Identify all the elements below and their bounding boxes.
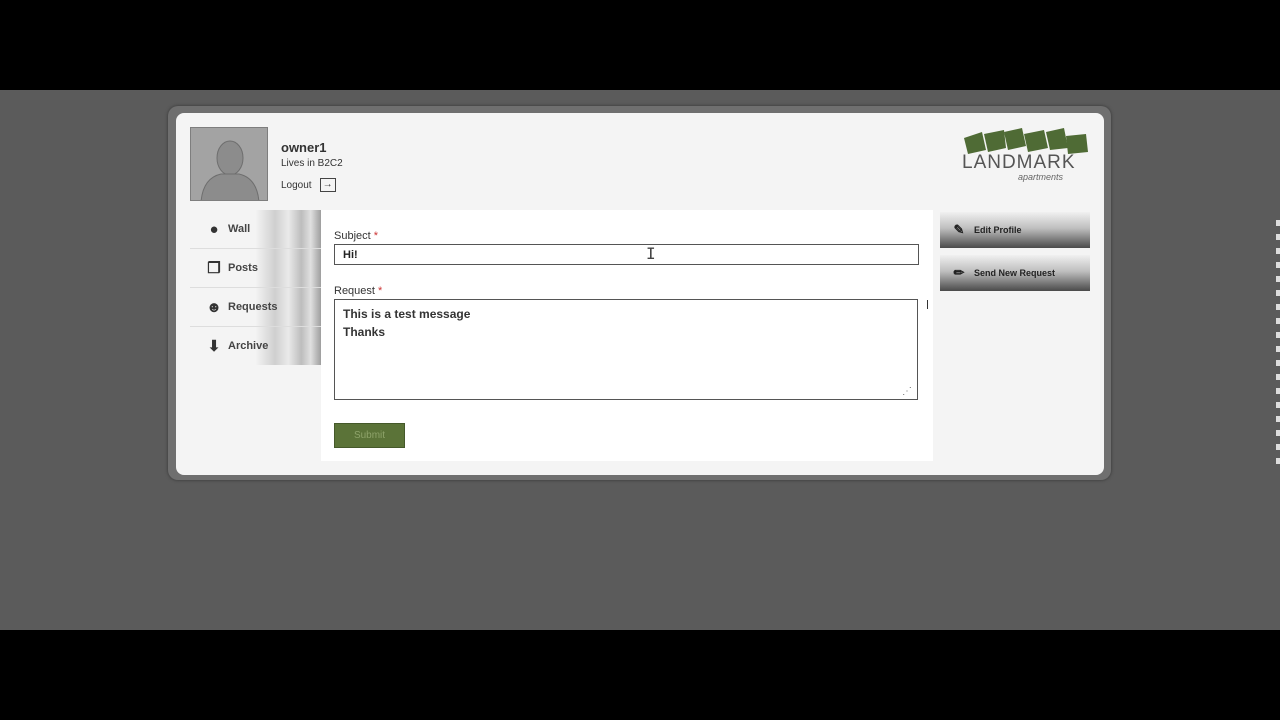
edit-document-icon: ✎ xyxy=(953,222,965,237)
send-request-label: Send New Request xyxy=(974,268,1056,278)
sidebar-nav: ● Wall ❒ Posts ☻ Requests ⬇ Archive xyxy=(190,210,321,365)
logout-link[interactable]: Logout → xyxy=(281,178,336,192)
logout-label: Logout xyxy=(281,179,312,191)
profile-location: Lives in B2C2 xyxy=(281,158,343,169)
subject-input[interactable] xyxy=(334,244,919,265)
edit-profile-button[interactable]: ✎ Edit Profile xyxy=(940,212,1090,248)
page-background: owner1 Lives in B2C2 Logout → LANDMARK a… xyxy=(0,90,1280,630)
subject-label: Subject * xyxy=(334,230,378,242)
request-textarea[interactable]: This is a test message Thanks xyxy=(334,299,918,400)
nav-label-requests: Requests xyxy=(228,301,278,313)
pencil-icon: ✏ xyxy=(953,265,965,280)
required-mark: * xyxy=(373,230,379,242)
logout-icon[interactable]: → xyxy=(319,178,336,192)
nav-label-archive: Archive xyxy=(228,340,269,352)
text-cursor-icon: I xyxy=(646,244,656,263)
request-label-text: Request xyxy=(334,285,375,297)
edit-profile-label: Edit Profile xyxy=(974,225,1022,235)
chat-bubble-icon: ● xyxy=(209,220,219,238)
download-icon: ⬇ xyxy=(207,338,221,355)
nav-item-posts[interactable]: ❒ Posts xyxy=(190,249,321,287)
nav-item-wall[interactable]: ● Wall xyxy=(190,210,321,248)
text-caret xyxy=(927,300,928,309)
resize-grip-icon[interactable]: ⋰ xyxy=(902,386,912,397)
required-mark: * xyxy=(378,285,383,297)
logo-tagline: apartments xyxy=(1018,172,1064,182)
nav-label-posts: Posts xyxy=(228,262,258,274)
profile-username: owner1 xyxy=(281,140,327,155)
submit-button[interactable]: Submit xyxy=(334,423,405,448)
avatar[interactable] xyxy=(190,127,268,201)
send-request-button[interactable]: ✏ Send New Request xyxy=(940,255,1090,291)
nav-item-archive[interactable]: ⬇ Archive xyxy=(190,327,321,365)
nav-item-requests[interactable]: ☻ Requests xyxy=(190,288,321,326)
request-label: Request * xyxy=(334,285,382,297)
nav-label-wall: Wall xyxy=(228,223,251,235)
user-icon: ☻ xyxy=(206,298,222,316)
documents-icon: ❒ xyxy=(207,260,221,277)
letterbox-bottom xyxy=(0,630,1280,720)
window-edge-artifact xyxy=(1276,220,1280,470)
logo-name: LANDMARK xyxy=(962,152,1076,173)
letterbox-top xyxy=(0,0,1280,90)
user-silhouette-icon xyxy=(191,128,267,200)
subject-label-text: Subject xyxy=(334,230,371,242)
